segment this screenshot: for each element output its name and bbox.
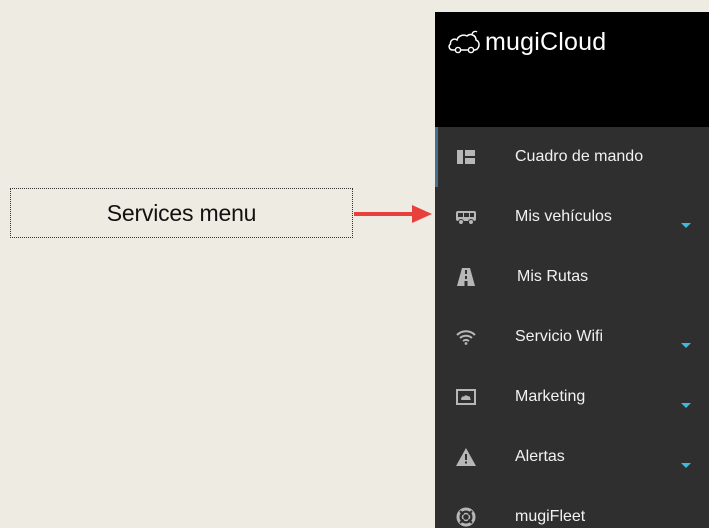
sidebar-item-cuadro-de-mando[interactable]: Cuadro de mando	[435, 127, 709, 187]
cloud-car-icon	[448, 30, 480, 53]
brand-logo[interactable]: mugiCloud	[447, 28, 606, 57]
callout-label: Services menu	[106, 199, 257, 226]
services-menu: Cuadro de mando Mis vehículos Mis Rutas …	[435, 127, 709, 528]
road-icon	[455, 266, 477, 288]
dashboard-icon	[455, 146, 477, 168]
sidebar-item-mis-vehiculos[interactable]: Mis vehículos	[435, 187, 709, 247]
sidebar-item-label: Cuadro de mando	[515, 148, 644, 165]
sidebar-item-servicio-wifi[interactable]: Servicio Wifi	[435, 307, 709, 367]
sidebar-item-mugifleet[interactable]: mugiFleet	[435, 487, 709, 528]
callout-box: Services menu	[10, 188, 353, 238]
wifi-icon	[455, 326, 477, 348]
warning-icon	[455, 446, 477, 468]
callout-arrow	[354, 205, 432, 223]
sidebar-item-label: Servicio Wifi	[515, 328, 604, 345]
chevron-down-icon[interactable]	[681, 463, 691, 468]
brand-name: mugiCloud	[485, 28, 607, 56]
sidebar-item-mis-rutas[interactable]: Mis Rutas	[435, 247, 709, 307]
sidebar-item-label: Mis vehículos	[515, 208, 612, 225]
lifebuoy-icon	[455, 506, 477, 528]
brand-header: mugiCloud	[435, 12, 709, 127]
sidebar-item-label: Alertas	[515, 448, 565, 465]
chevron-down-icon[interactable]	[681, 403, 691, 408]
bus-icon	[455, 206, 477, 228]
sidebar-item-label: mugiFleet	[515, 508, 586, 525]
sidebar-item-label: Marketing	[515, 388, 586, 405]
sidebar: mugiCloud Cuadro de mando Mis vehículos …	[435, 12, 709, 528]
display-icon	[455, 386, 477, 408]
chevron-down-icon[interactable]	[681, 223, 691, 228]
sidebar-item-label: Mis Rutas	[517, 268, 589, 285]
sidebar-item-marketing[interactable]: Marketing	[435, 367, 709, 427]
chevron-down-icon[interactable]	[681, 343, 691, 348]
sidebar-item-alertas[interactable]: Alertas	[435, 427, 709, 487]
